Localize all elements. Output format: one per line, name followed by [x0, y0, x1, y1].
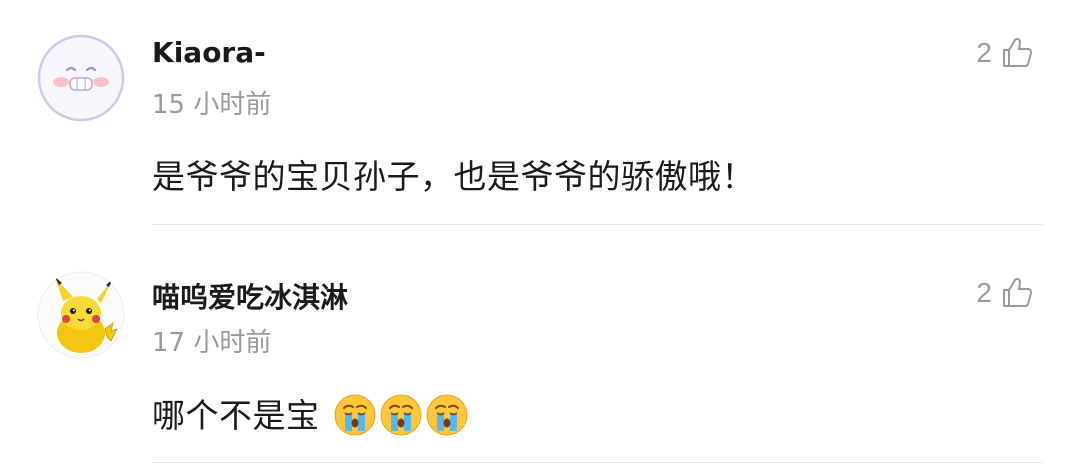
- comment-item: Kiaora- 15 小时前 2 是爷爷的宝贝孙子，也是爷爷的骄傲哦！: [0, 0, 1080, 226]
- comment-text-content: 哪个不是宝: [152, 396, 320, 435]
- like-count: 2: [976, 37, 992, 68]
- smiling-face-avatar-icon: [37, 34, 125, 122]
- timestamp: 15 小时前: [152, 90, 272, 120]
- username[interactable]: 喵呜爱吃冰淇淋: [152, 276, 348, 316]
- thumbs-up-icon[interactable]: [1000, 36, 1034, 70]
- divider: [152, 224, 1043, 225]
- crying-face-emoji-icon: [426, 394, 467, 435]
- crying-face-emoji-icon: [334, 394, 375, 435]
- like-count: 2: [976, 277, 992, 308]
- pikachu-avatar-icon: [37, 271, 125, 359]
- thumbs-up-icon[interactable]: [1000, 276, 1034, 310]
- avatar[interactable]: [37, 271, 125, 359]
- comment-text: 是爷爷的宝贝孙子，也是爷爷的骄傲哦！: [152, 157, 755, 196]
- username[interactable]: Kiaora-: [152, 36, 266, 69]
- avatar[interactable]: [37, 34, 125, 122]
- timestamp: 17 小时前: [152, 328, 272, 358]
- like-button[interactable]: 2: [976, 276, 1034, 310]
- comment-text: 哪个不是宝: [152, 389, 469, 437]
- divider: [152, 462, 1043, 463]
- like-button[interactable]: 2: [976, 36, 1034, 70]
- crying-face-emoji-icon: [380, 394, 421, 435]
- comment-item: 喵呜爱吃冰淇淋 17 小时前 2 哪个不是宝: [0, 226, 1080, 465]
